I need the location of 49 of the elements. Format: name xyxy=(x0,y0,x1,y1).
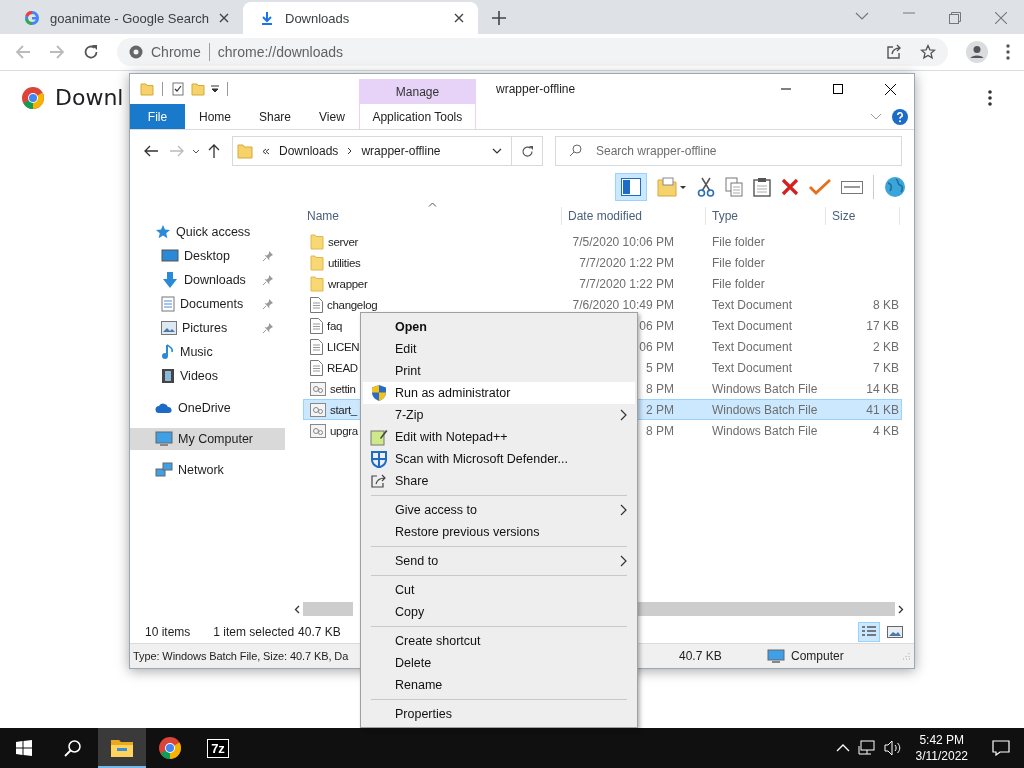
file-type: Text Document xyxy=(712,339,793,354)
window-title: wrapper-offline xyxy=(496,82,576,96)
file-name: faq xyxy=(327,319,343,332)
page-heading: Downl xyxy=(55,85,124,110)
file-size: 7 KB xyxy=(873,360,899,375)
context-tab-label: Manage xyxy=(359,79,476,104)
file-date: 7/6/2020 10:49 PM xyxy=(572,297,674,312)
selection-size: 40.7 KB xyxy=(298,625,341,639)
site-label: Chrome xyxy=(151,44,201,60)
item-count: 10 items xyxy=(145,625,191,639)
file-name: READ xyxy=(327,361,358,374)
details-text: Type: Windows Batch File, Size: 40.7 KB, Da xyxy=(133,650,350,662)
file-type: Text Document xyxy=(712,360,793,375)
file-name: changelog xyxy=(327,298,378,311)
file-size: 14 KB xyxy=(866,381,899,396)
file-name: wrapper xyxy=(328,277,368,290)
file-size: 17 KB xyxy=(866,318,899,333)
file-type: Windows Batch File xyxy=(712,381,818,396)
file-date: 8 PM xyxy=(646,381,674,396)
file-name: start_ xyxy=(330,403,357,416)
file-type: Windows Batch File xyxy=(712,402,818,417)
file-date: 7/7/2020 1:22 PM xyxy=(579,276,674,291)
url-text: chrome://downloads xyxy=(217,44,344,60)
selection-count: 1 item selected xyxy=(213,625,295,639)
file-date: 7/7/2020 1:22 PM xyxy=(579,255,674,270)
file-name: utilities xyxy=(328,256,361,269)
file-date: 7/5/2020 10:06 PM xyxy=(572,234,674,249)
file-date: 8 PM xyxy=(646,423,674,438)
file-name: server xyxy=(328,235,359,248)
file-type: Text Document xyxy=(712,297,793,312)
file-type: Text Document xyxy=(712,318,793,333)
file-type: File folder xyxy=(712,234,765,249)
file-size: 8 KB xyxy=(873,297,899,312)
file-name: upgra xyxy=(330,424,358,437)
file-size: 4 KB xyxy=(873,423,899,438)
file-date: 5 PM xyxy=(646,360,674,375)
file-size: 41 KB xyxy=(866,402,899,417)
file-date: 06 PM xyxy=(639,318,674,333)
file-name: LICEN xyxy=(327,340,360,353)
file-name: settin xyxy=(330,382,356,395)
app-label: 7z xyxy=(207,738,229,758)
file-type: File folder xyxy=(712,255,765,270)
details-size: 40.7 KB xyxy=(679,649,723,663)
file-type: Windows Batch File xyxy=(712,423,818,438)
file-type: File folder xyxy=(712,276,765,291)
file-date: 2 PM xyxy=(646,402,674,417)
file-size: 2 KB xyxy=(873,339,899,354)
details-location: Computer xyxy=(791,649,844,663)
file-date: 06 PM xyxy=(639,339,674,354)
